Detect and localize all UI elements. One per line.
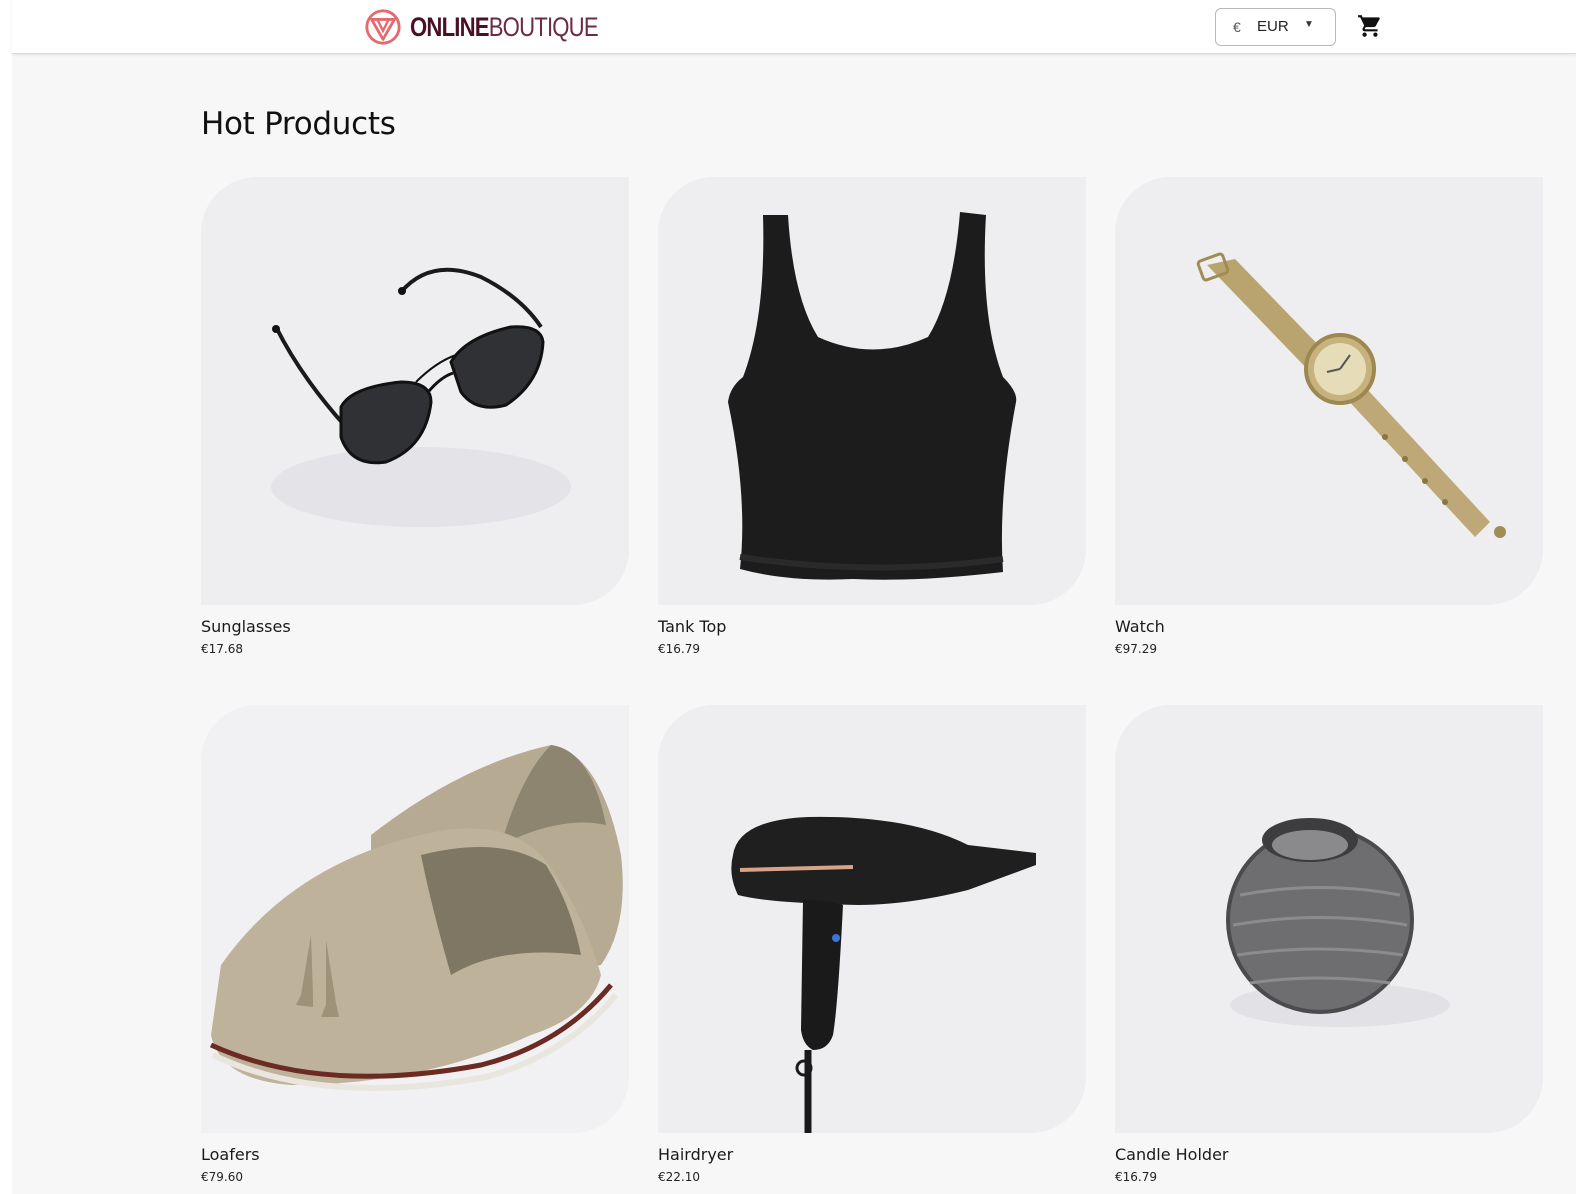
- tank-top-image: [658, 177, 1086, 605]
- site-header: ONLINEBOUTIQUE € EUR ▼: [12, 0, 1576, 54]
- product-card-watch[interactable]: Watch €97.29: [1115, 177, 1543, 656]
- product-name[interactable]: Hairdryer: [658, 1145, 1086, 1164]
- product-price: €97.29: [1115, 642, 1157, 656]
- watch-image: [1115, 177, 1543, 605]
- logo-text-online: ONLINE: [410, 11, 490, 42]
- product-price: €79.60: [201, 1170, 243, 1184]
- currency-code: EUR: [1257, 18, 1289, 35]
- product-name[interactable]: Tank Top: [658, 617, 1086, 636]
- shopping-cart-icon[interactable]: [1357, 13, 1383, 39]
- product-image-watch[interactable]: [1115, 177, 1543, 605]
- logo-mark-icon: [365, 9, 401, 45]
- product-image-hairdryer[interactable]: [658, 705, 1086, 1133]
- product-name[interactable]: Watch: [1115, 617, 1543, 636]
- product-image-sunglasses[interactable]: [201, 177, 629, 605]
- product-card-sunglasses[interactable]: Sunglasses €17.68: [201, 177, 629, 656]
- product-name[interactable]: Candle Holder: [1115, 1145, 1543, 1164]
- product-price: €16.79: [1115, 1170, 1157, 1184]
- page-title: Hot Products: [201, 106, 396, 142]
- product-image-tank-top[interactable]: [658, 177, 1086, 605]
- product-price: €22.10: [658, 1170, 700, 1184]
- product-name[interactable]: Loafers: [201, 1145, 629, 1164]
- currency-symbol: €: [1233, 19, 1241, 35]
- chevron-down-icon: ▼: [1304, 19, 1314, 30]
- page: ONLINEBOUTIQUE € EUR ▼ Hot Products Sung…: [12, 0, 1576, 1194]
- logo-text-boutique: BOUTIQUE: [488, 11, 599, 42]
- product-image-loafers[interactable]: [201, 705, 629, 1133]
- product-card-tank-top[interactable]: Tank Top €16.79: [658, 177, 1086, 656]
- hairdryer-image: [658, 705, 1086, 1133]
- site-logo[interactable]: ONLINEBOUTIQUE: [364, 7, 639, 47]
- product-card-candle-holder[interactable]: Candle Holder €16.79: [1115, 705, 1543, 1184]
- logo-wordmark: ONLINEBOUTIQUE: [410, 11, 599, 43]
- currency-select[interactable]: € EUR ▼: [1215, 8, 1336, 46]
- product-card-hairdryer[interactable]: Hairdryer €22.10: [658, 705, 1086, 1184]
- candle-holder-image: [1115, 705, 1543, 1133]
- product-name[interactable]: Sunglasses: [201, 617, 629, 636]
- sunglasses-image: [201, 177, 629, 605]
- product-image-candle-holder[interactable]: [1115, 705, 1543, 1133]
- product-price: €17.68: [201, 642, 243, 656]
- product-price: €16.79: [658, 642, 700, 656]
- loafers-image: [201, 705, 629, 1133]
- product-card-loafers[interactable]: Loafers €79.60: [201, 705, 629, 1184]
